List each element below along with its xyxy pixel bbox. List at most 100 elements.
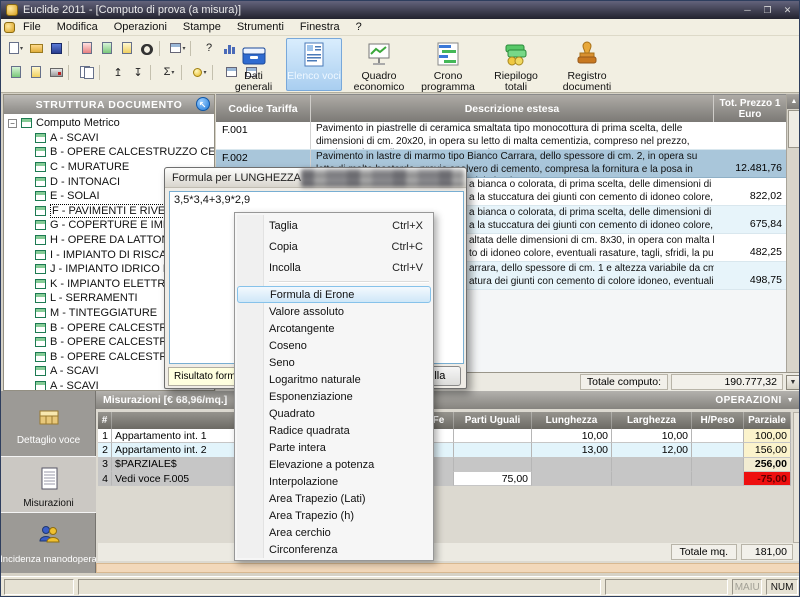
menu-item-taglia[interactable]: Taglia Ctrl+X [235,215,433,236]
tools-button[interactable]: ▾ [190,64,210,81]
tree-item[interactable]: A - SCAVI [4,131,214,146]
find-button[interactable] [137,40,157,57]
paste-button[interactable] [117,40,137,57]
restore-button[interactable]: ❐ [761,5,774,16]
node-icon [35,352,46,362]
node-icon [35,337,46,347]
tree-root[interactable]: − Computo Metrico [4,116,214,131]
export-button[interactable] [26,64,46,81]
window-options-button[interactable]: ▾ [168,40,188,57]
crono-programma-button[interactable]: Crono programma [416,38,480,91]
menu-item-radice-quadrata[interactable]: Radice quadrata [235,422,433,439]
collapse-panel-button[interactable]: ↖ [196,97,210,111]
import-button[interactable] [6,64,26,81]
quadro-economico-button[interactable]: Quadro economico [346,38,412,91]
column-header-parziale[interactable]: Parziale [744,412,791,429]
menu-item-copia[interactable]: Copia Ctrl+C [235,236,433,257]
status-panel [605,579,728,595]
menu-stampe[interactable]: Stampe [175,20,229,34]
registro-documenti-button[interactable]: Registro documenti [552,38,622,91]
num-lock-indicator: NUM [766,579,798,595]
dettaglio-voce-button[interactable]: Dettaglio voce [1,394,96,456]
scrollbar-thumb[interactable] [788,110,800,148]
app-icon [6,4,18,16]
incidenza-manodopera-button[interactable]: Incidenza manodopera [1,513,96,573]
menu-item-area-trapezio-lati[interactable]: Area Trapezio (Lati) [235,490,433,507]
bottom-sidebar: Dettaglio voce Misurazioni Incidenza man… [1,391,96,573]
menu-item-coseno[interactable]: Coseno [235,337,433,354]
close-button[interactable]: ✕ [781,5,794,16]
save-button[interactable] [46,40,66,57]
menu-finestra[interactable]: Finestra [292,20,348,34]
table-row[interactable]: F.001 Pavimento in piastrelle di ceramic… [216,122,786,150]
menu-item-elevazione-a-potenza[interactable]: Elevazione a potenza [235,456,433,473]
crono-programma-label: Crono programma [417,71,479,93]
print-button[interactable] [46,64,66,81]
scroll-down-button[interactable]: ▼ [786,375,800,390]
menu-item-seno[interactable]: Seno [235,354,433,371]
new-document-button[interactable]: ▾ [6,40,26,57]
operazioni-menu-button[interactable]: OPERAZIONI ▼ [715,395,794,406]
copy-button[interactable] [97,40,117,57]
menu-item-interpolazione[interactable]: Interpolazione [235,473,433,490]
menu-item-parte-intera[interactable]: Parte intera [235,439,433,456]
misurazioni-button[interactable]: Misurazioni [1,456,96,513]
column-header-larghezza[interactable]: Larghezza [612,412,692,429]
menu-item-incolla[interactable]: Incolla Ctrl+V [235,257,433,278]
column-header-lunghezza[interactable]: Lunghezza [532,412,612,429]
riepilogo-totali-button[interactable]: Riepilogo totali [484,38,548,91]
window-title: Euclide 2011 - [Computo di prova (a misu… [23,4,241,16]
status-panel [4,579,74,595]
node-icon [35,366,46,376]
menu-item-formula-di-erone[interactable]: Formula di Erone [237,286,431,303]
measurement-row[interactable]: 2 Appartamento int. 2 13,00 12,00 156,00 [98,443,791,457]
column-header-prezzo[interactable]: Tot. Prezzo 1 Euro [714,95,786,122]
measurements-header-row: # Fe Parti Uguali Lunghezza Larghezza H/… [98,412,791,429]
measurement-row-partial[interactable]: 3 $PARZIALE$ 256,00 [98,458,791,472]
node-icon [21,118,32,128]
minimize-button[interactable]: ─ [741,5,754,16]
tree-expander-icon[interactable]: − [8,119,17,128]
menu-item-arcotangente[interactable]: Arcotangente [235,320,433,337]
column-header-hpeso[interactable]: H/Peso [692,412,744,429]
gantt-chart-icon [434,41,462,71]
misurazioni-panel: Misurazioni [€ 68,96/mq.] OPERAZIONI ▼ #… [96,391,800,573]
help-button[interactable]: ? [199,40,219,57]
node-icon [35,177,46,187]
column-header-descrizione[interactable]: Descrizione estesa [311,95,714,122]
menu-item-circonferenza[interactable]: Circonferenza [235,541,433,558]
tree-item[interactable]: B - OPERE CALCESTRUZZO CEMENTIZ [4,145,214,160]
menu-item-area-cerchio[interactable]: Area cerchio [235,524,433,541]
move-top-button[interactable]: ↥ [108,64,128,81]
menu-modifica[interactable]: Modifica [49,20,106,34]
column-header-num[interactable]: # [98,412,112,429]
menu-operazioni[interactable]: Operazioni [106,20,175,34]
node-icon [35,293,46,303]
menu-help[interactable]: ? [348,20,370,34]
menu-file[interactable]: File [15,20,49,34]
menu-item-quadrato[interactable]: Quadrato [235,405,433,422]
cut-button[interactable] [77,40,97,57]
toolbar-separator [99,65,106,80]
column-header-parti-uguali[interactable]: Parti Uguali [454,412,532,429]
measurements-scrollbar[interactable] [793,412,800,543]
open-button[interactable] [26,40,46,57]
move-bottom-button[interactable]: ↧ [128,64,148,81]
menu-item-esponenziazione[interactable]: Esponenziazione [235,388,433,405]
dati-generali-button[interactable]: Dati generali [225,38,282,91]
duplicate-button[interactable] [77,64,97,81]
menu-item-area-trapezio-h[interactable]: Area Trapezio (h) [235,507,433,524]
column-header-codice[interactable]: Codice Tariffa [216,95,311,122]
totale-mq-value: 181,00 [741,544,793,560]
sum-button[interactable]: Σ▾ [159,64,179,81]
menu-item-logaritmo-naturale[interactable]: Logaritmo naturale [235,371,433,388]
vertical-scrollbar[interactable]: ▲ [786,94,800,372]
menu-item-valore-assoluto[interactable]: Valore assoluto [235,303,433,320]
menu-strumenti[interactable]: Strumenti [229,20,292,34]
elenco-voci-button[interactable]: Elenco voci [286,38,342,91]
scroll-up-icon[interactable]: ▲ [787,94,800,109]
measurements-grid: # Fe Parti Uguali Lunghezza Larghezza H/… [98,412,791,486]
formula-dialog-titlebar[interactable]: Formula per LUNGHEZZA [165,168,466,188]
measurement-row-reference[interactable]: 4 Vedi voce F.005 75,00 -75,00 [98,472,791,486]
measurement-row[interactable]: 1 Appartamento int. 1 10,00 10,00 100,00 [98,429,791,443]
